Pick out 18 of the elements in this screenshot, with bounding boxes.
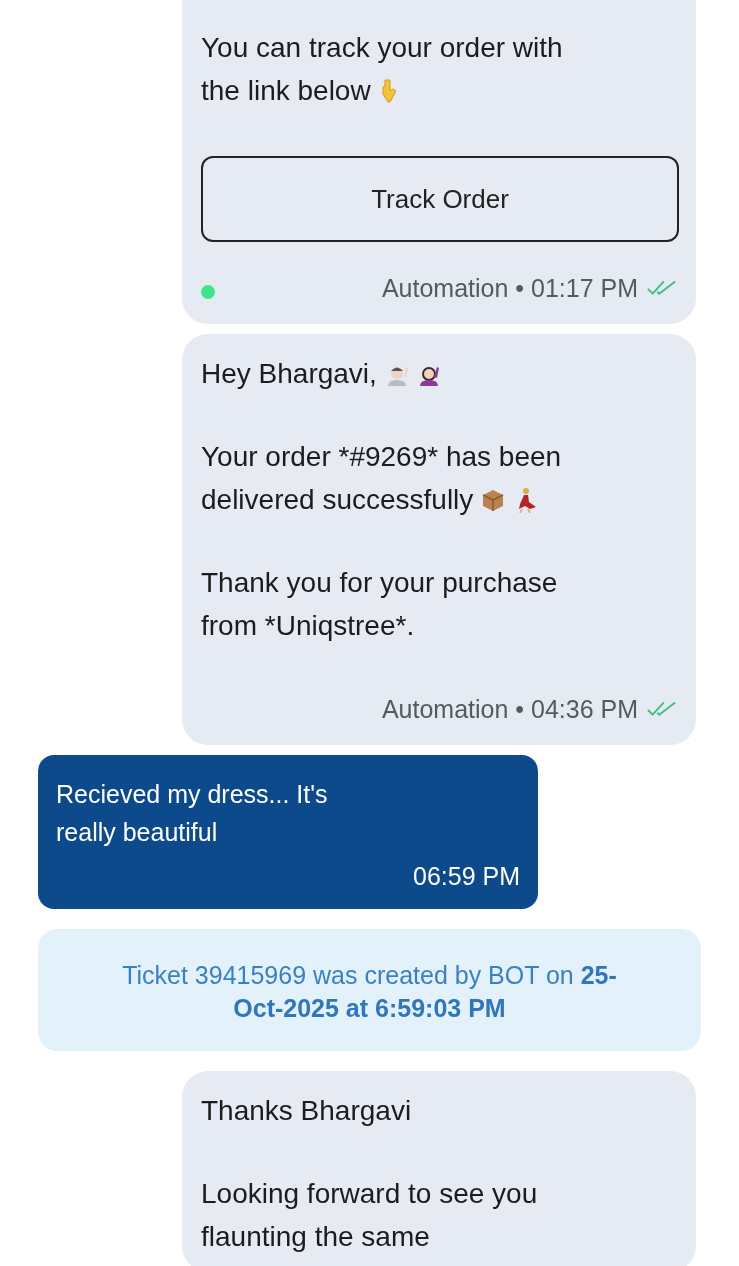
sender-timestamp: Automation • 01:17 PM [381,273,638,303]
message-text: the link below [201,74,371,108]
sender-timestamp: Automation • 04:36 PM [381,694,638,724]
message-text: really beautiful [56,817,219,848]
message-text: Recieved my dress... It's [56,779,329,810]
package-icon [481,487,506,512]
ticket-notice-text: Ticket 39415969 was created by BOT on 25-Oct-2025 at 6:59:03 PM [121,960,618,1024]
message-text: Your order *#9269* has been [201,440,562,474]
message-text: Thank you for your purchase [201,566,558,600]
message-text: Hey Bhargavi, [201,357,377,391]
track-order-button[interactable]: Track Order [201,156,679,242]
message-text: delivered successfully [201,483,474,517]
timestamp: 06:59 PM [412,861,520,891]
message-text: Looking forward to see you [201,1177,538,1211]
message-text: from *Uniqstree*. [201,609,415,643]
message-text: Thanks Bhargavi [201,1094,412,1128]
message-text: You can track your order with [201,31,563,65]
message-text: flaunting the same [201,1220,430,1254]
